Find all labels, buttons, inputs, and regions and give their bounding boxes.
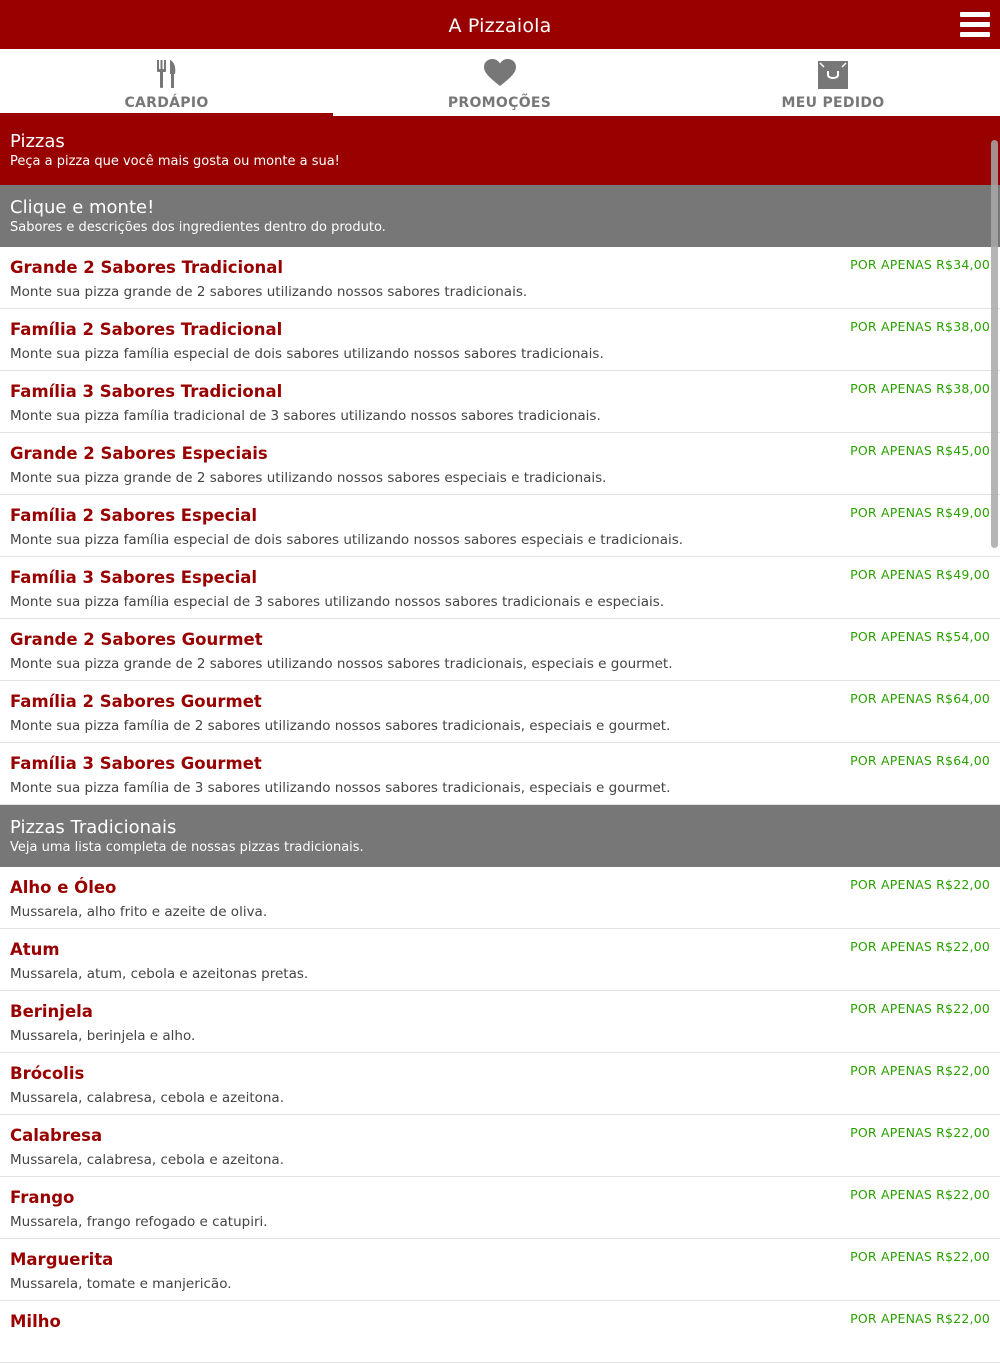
menu-item[interactable]: Grande 2 Sabores Especiais Monte sua piz… <box>0 433 1000 495</box>
item-description: Mussarela, calabresa, cebola e azeitona. <box>10 1090 285 1106</box>
item-price: POR APENAS R$49,00 <box>850 567 990 582</box>
menu-item[interactable]: Atum Mussarela, atum, cebola e azeitonas… <box>0 929 1000 991</box>
item-description: Mussarela, tomate e manjericão. <box>10 1276 232 1292</box>
fork-knife-icon <box>156 59 178 93</box>
item-name: Família 3 Sabores Gourmet <box>10 754 262 773</box>
tab-label: CARDÁPIO <box>124 95 209 111</box>
tab-meu-pedido[interactable]: MEU PEDIDO <box>666 49 1000 116</box>
item-price: POR APENAS R$34,00 <box>850 257 990 272</box>
menu-item[interactable]: Brócolis Mussarela, calabresa, cebola e … <box>0 1053 1000 1115</box>
scrollbar[interactable] <box>991 140 998 548</box>
item-description: Monte sua pizza grande de 2 sabores util… <box>10 656 673 672</box>
menu-item[interactable]: Milho POR APENAS R$22,00 <box>0 1301 1000 1363</box>
item-description: Monte sua pizza família especial de dois… <box>10 532 684 548</box>
item-name: Milho <box>10 1312 61 1331</box>
item-price: POR APENAS R$22,00 <box>850 939 990 954</box>
item-name: Calabresa <box>10 1126 103 1145</box>
item-price: POR APENAS R$45,00 <box>850 443 990 458</box>
menu-item[interactable]: Grande 2 Sabores Gourmet Monte sua pizza… <box>0 619 1000 681</box>
item-name: Família 2 Sabores Gourmet <box>10 692 262 711</box>
item-price: POR APENAS R$22,00 <box>850 1249 990 1264</box>
top-bar: A Pizzaiola <box>0 0 1000 49</box>
item-description: Monte sua pizza família especial de dois… <box>10 346 604 362</box>
item-price: POR APENAS R$22,00 <box>850 877 990 892</box>
menu-list: Pizzas Peça a pizza que você mais gosta … <box>0 116 1000 1363</box>
category-header: Pizzas Peça a pizza que você mais gosta … <box>0 116 1000 185</box>
category-subtitle: Peça a pizza que você mais gosta ou mont… <box>10 154 340 169</box>
menu-item[interactable]: Calabresa Mussarela, calabresa, cebola e… <box>0 1115 1000 1177</box>
menu-item[interactable]: Berinjela Mussarela, berinjela e alho. P… <box>0 991 1000 1053</box>
item-name: Família 2 Sabores Especial <box>10 506 258 525</box>
item-description: Monte sua pizza família de 3 sabores uti… <box>10 780 671 796</box>
item-price: POR APENAS R$22,00 <box>850 1125 990 1140</box>
item-description: Monte sua pizza grande de 2 sabores util… <box>10 470 607 486</box>
section-header[interactable]: Clique e monte! Sabores e descrições dos… <box>0 185 1000 247</box>
menu-item[interactable]: Família 2 Sabores Tradicional Monte sua … <box>0 309 1000 371</box>
item-name: Frango <box>10 1188 75 1207</box>
section-subtitle: Veja uma lista completa de nossas pizzas… <box>10 840 364 855</box>
item-name: Grande 2 Sabores Especiais <box>10 444 268 463</box>
item-name: Berinjela <box>10 1002 93 1021</box>
item-name: Brócolis <box>10 1064 85 1083</box>
menu-item[interactable]: Família 3 Sabores Tradicional Monte sua … <box>0 371 1000 433</box>
item-name: Família 2 Sabores Tradicional <box>10 320 283 339</box>
tab-label: PROMOÇÕES <box>447 95 552 111</box>
menu-item[interactable]: Família 3 Sabores Especial Monte sua piz… <box>0 557 1000 619</box>
section-title: Pizzas Tradicionais <box>10 817 177 838</box>
item-description: Mussarela, frango refogado e catupiri. <box>10 1214 268 1230</box>
menu-item[interactable]: Marguerita Mussarela, tomate e manjericã… <box>0 1239 1000 1301</box>
item-price: POR APENAS R$49,00 <box>850 505 990 520</box>
item-name: Grande 2 Sabores Gourmet <box>10 630 263 649</box>
item-description: Monte sua pizza grande de 2 sabores util… <box>10 284 528 300</box>
item-price: POR APENAS R$38,00 <box>850 319 990 334</box>
item-price: POR APENAS R$22,00 <box>850 1311 990 1326</box>
item-price: POR APENAS R$38,00 <box>850 381 990 396</box>
item-name: Família 3 Sabores Tradicional <box>10 382 283 401</box>
menu-item[interactable]: Grande 2 Sabores Tradicional Monte sua p… <box>0 247 1000 309</box>
menu-item[interactable]: Família 2 Sabores Gourmet Monte sua pizz… <box>0 681 1000 743</box>
hamburger-menu-icon[interactable] <box>960 12 990 37</box>
item-description: Monte sua pizza família tradicional de 3… <box>10 408 601 424</box>
item-price: POR APENAS R$64,00 <box>850 753 990 768</box>
heart-icon <box>483 59 516 91</box>
item-price: POR APENAS R$22,00 <box>850 1001 990 1016</box>
menu-item[interactable]: Família 3 Sabores Gourmet Monte sua pizz… <box>0 743 1000 805</box>
section-title: Clique e monte! <box>10 197 155 218</box>
tab-label: MEU PEDIDO <box>781 95 885 111</box>
item-description: Mussarela, atum, cebola e azeitonas pret… <box>10 966 309 982</box>
item-description: Mussarela, calabresa, cebola e azeitona. <box>10 1152 285 1168</box>
shopping-bag-icon <box>818 59 848 93</box>
item-name: Família 3 Sabores Especial <box>10 568 258 587</box>
item-price: POR APENAS R$64,00 <box>850 691 990 706</box>
menu-item[interactable]: Família 2 Sabores Especial Monte sua piz… <box>0 495 1000 557</box>
item-description: Mussarela, berinjela e alho. <box>10 1028 196 1044</box>
tab-cardapio[interactable]: CARDÁPIO <box>0 49 333 116</box>
section-header[interactable]: Pizzas Tradicionais Veja uma lista compl… <box>0 805 1000 867</box>
item-description: Monte sua pizza família de 2 sabores uti… <box>10 718 671 734</box>
menu-item[interactable]: Alho e Óleo Mussarela, alho frito e azei… <box>0 867 1000 929</box>
item-price: POR APENAS R$54,00 <box>850 629 990 644</box>
item-description: Monte sua pizza família especial de 3 sa… <box>10 594 665 610</box>
item-price: POR APENAS R$22,00 <box>850 1063 990 1078</box>
item-name: Atum <box>10 940 60 959</box>
tab-promocoes[interactable]: PROMOÇÕES <box>333 49 666 116</box>
section-subtitle: Sabores e descrições dos ingredientes de… <box>10 220 386 235</box>
item-name: Marguerita <box>10 1250 114 1269</box>
tab-bar: CARDÁPIO PROMOÇÕES MEU PEDIDO <box>0 49 1000 116</box>
item-name: Alho e Óleo <box>10 878 117 897</box>
category-title: Pizzas <box>10 131 65 152</box>
item-name: Grande 2 Sabores Tradicional <box>10 258 284 277</box>
app-title: A Pizzaiola <box>448 15 552 37</box>
item-description: Mussarela, alho frito e azeite de oliva. <box>10 904 268 920</box>
item-price: POR APENAS R$22,00 <box>850 1187 990 1202</box>
menu-item[interactable]: Frango Mussarela, frango refogado e catu… <box>0 1177 1000 1239</box>
